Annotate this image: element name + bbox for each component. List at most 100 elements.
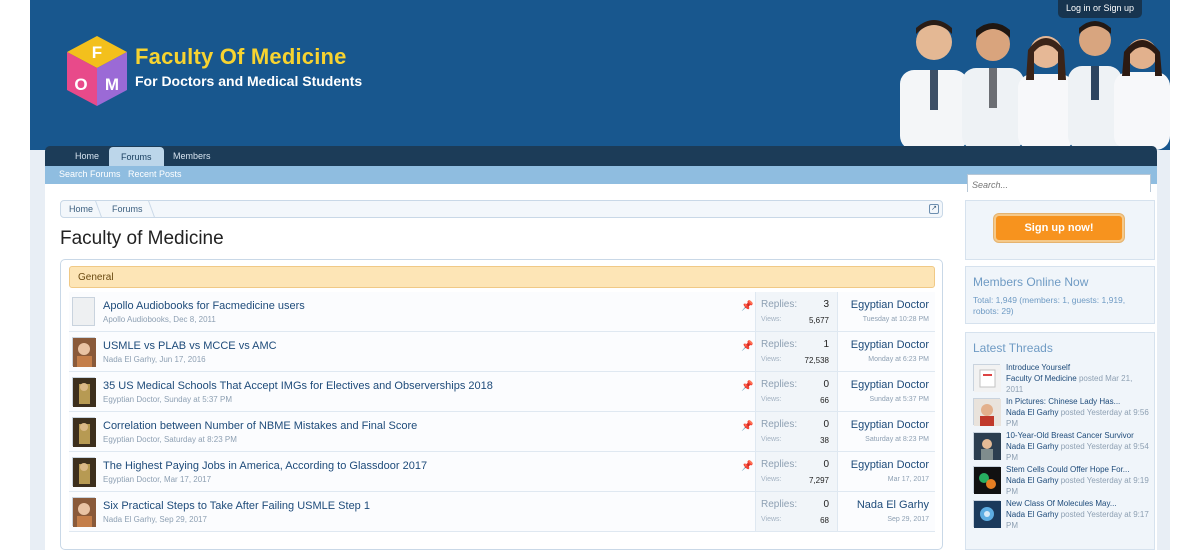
page-title: Faculty of Medicine	[60, 228, 224, 249]
thread-author[interactable]: Apollo Audiobooks,	[103, 315, 171, 324]
latest-thread-user[interactable]: Nada El Garhy	[1006, 476, 1058, 485]
replies-count: 0	[823, 499, 829, 510]
thread-thumbnail[interactable]	[973, 466, 1001, 494]
pin-icon: 📌	[741, 341, 754, 352]
pin-icon: 📌	[741, 381, 754, 392]
members-online-title[interactable]: Members Online Now	[973, 275, 1088, 289]
breadcrumb-forums[interactable]: Forums	[112, 204, 143, 214]
latest-thread-title[interactable]: Stem Cells Could Offer Hope For...	[1006, 465, 1151, 474]
breadcrumb: Home Forums ↗	[60, 200, 943, 218]
latest-thread-user[interactable]: Nada El Garhy	[1006, 408, 1058, 417]
last-post-user[interactable]: Egyptian Doctor	[851, 419, 929, 431]
thread-title[interactable]: The Highest Paying Jobs in America, Acco…	[103, 460, 427, 472]
logo-cube-icon[interactable]: F O M	[64, 34, 130, 108]
latest-thread-item: Introduce Yourself Faculty Of Medicine p…	[973, 363, 1153, 394]
thread-stats: Replies: 0 Views: 7,297	[755, 452, 838, 491]
last-post-date[interactable]: Sunday at 5:37 PM	[869, 396, 929, 403]
thread-author[interactable]: Egyptian Doctor,	[103, 395, 162, 404]
thread-title[interactable]: USMLE vs PLAB vs MCCE vs AMC	[103, 340, 277, 352]
latest-thread-user[interactable]: Nada El Garhy	[1006, 510, 1058, 519]
thread-meta: Egyptian Doctor, Mar 17, 2017	[103, 475, 211, 484]
latest-thread-user[interactable]: Nada El Garhy	[1006, 442, 1058, 451]
pin-icon: 📌	[741, 461, 754, 472]
tab-forums[interactable]: Forums	[109, 147, 164, 166]
last-post-date[interactable]: Mar 17, 2017	[888, 476, 929, 483]
avatar[interactable]	[72, 297, 95, 326]
thread-meta: Nada El Garhy, Sep 29, 2017	[103, 515, 207, 524]
pin-icon: 📌	[741, 301, 754, 312]
views-label: Views:	[761, 316, 782, 323]
thread-title[interactable]: Correlation between Number of NBME Mista…	[103, 420, 417, 432]
latest-thread-title[interactable]: In Pictures: Chinese Lady Has...	[1006, 397, 1151, 406]
logo-letter-m: M	[105, 75, 119, 94]
tab-home[interactable]: Home	[63, 146, 111, 166]
thread-date: Saturday at 8:23 PM	[163, 435, 237, 444]
latest-thread-meta: Nada El Garhy posted Yesterday at 9:17 P…	[1006, 509, 1151, 531]
last-post-user[interactable]: Egyptian Doctor	[851, 379, 929, 391]
thread-stats: Replies: 0 Views: 66	[755, 372, 838, 411]
last-post-date[interactable]: Monday at 6:23 PM	[868, 356, 929, 363]
sign-up-button[interactable]: Sign up now!	[994, 214, 1124, 242]
thread-title[interactable]: Six Practical Steps to Take After Failin…	[103, 500, 370, 512]
replies-count: 0	[823, 419, 829, 430]
main-nav: Home Forums Members	[45, 146, 1157, 166]
thread-meta: Nada El Garhy, Jun 17, 2016	[103, 355, 206, 364]
thread-author[interactable]: Nada El Garhy,	[103, 515, 157, 524]
replies-label: Replies:	[761, 379, 798, 390]
avatar[interactable]	[72, 417, 96, 447]
latest-thread-item: New Class Of Molecules May... Nada El Ga…	[973, 499, 1153, 531]
subnav-recent-posts[interactable]: Recent Posts	[128, 169, 182, 179]
thread-thumbnail[interactable]	[973, 432, 1001, 460]
latest-thread-meta: Nada El Garhy posted Yesterday at 9:56 P…	[1006, 407, 1151, 429]
latest-thread-item: In Pictures: Chinese Lady Has... Nada El…	[973, 397, 1153, 429]
replies-count: 1	[823, 339, 829, 350]
views-count: 72,538	[804, 356, 829, 365]
members-online-block: Members Online Now Total: 1,949 (members…	[965, 266, 1155, 324]
avatar[interactable]	[72, 457, 96, 487]
last-post-date[interactable]: Sep 29, 2017	[887, 516, 929, 523]
logo-title[interactable]: Faculty Of Medicine	[135, 44, 347, 70]
doctors-banner-image	[900, 20, 1170, 150]
thread-meta: Apollo Audiobooks, Dec 8, 2011	[103, 315, 216, 324]
last-post-user[interactable]: Egyptian Doctor	[851, 299, 929, 311]
logo-subtitle: For Doctors and Medical Students	[135, 73, 363, 89]
thread-thumbnail[interactable]	[973, 364, 1001, 392]
avatar[interactable]	[72, 497, 96, 527]
thread-title[interactable]: 35 US Medical Schools That Accept IMGs f…	[103, 380, 493, 392]
thread-stats: Replies: 1 Views: 72,538	[755, 332, 838, 371]
category-title[interactable]: General	[78, 272, 114, 283]
latest-thread-title[interactable]: New Class Of Molecules May...	[1006, 499, 1151, 508]
breadcrumb-separator	[139, 201, 155, 217]
latest-thread-meta: Nada El Garhy posted Yesterday at 9:54 P…	[1006, 441, 1151, 463]
latest-thread-title[interactable]: 10-Year-Old Breast Cancer Survivor	[1006, 431, 1151, 440]
last-post-user[interactable]: Egyptian Doctor	[851, 339, 929, 351]
tab-members[interactable]: Members	[161, 146, 223, 166]
last-post-date[interactable]: Tuesday at 10:28 PM	[863, 316, 929, 323]
last-post-user[interactable]: Egyptian Doctor	[851, 459, 929, 471]
subnav-search-forums[interactable]: Search Forums	[59, 169, 121, 179]
thread-thumbnail[interactable]	[973, 500, 1001, 528]
latest-thread-title[interactable]: Introduce Yourself	[1006, 363, 1151, 372]
thread-thumbnail[interactable]	[973, 398, 1001, 426]
replies-count: 0	[823, 379, 829, 390]
views-count: 5,677	[808, 316, 829, 325]
thread-author[interactable]: Egyptian Doctor,	[103, 435, 162, 444]
external-link-icon[interactable]: ↗	[929, 204, 939, 214]
views-label: Views:	[761, 356, 782, 363]
pin-icon: 📌	[741, 421, 754, 432]
thread-row: Apollo Audiobooks for Facmedicine users …	[69, 292, 935, 332]
thread-author[interactable]: Nada El Garhy,	[103, 355, 157, 364]
thread-author[interactable]: Egyptian Doctor,	[103, 475, 162, 484]
avatar[interactable]	[72, 337, 96, 367]
search-input[interactable]	[968, 177, 1150, 193]
last-post-date[interactable]: Saturday at 8:23 PM	[865, 436, 929, 443]
thread-title[interactable]: Apollo Audiobooks for Facmedicine users	[103, 300, 305, 312]
content-area: Home Forums ↗ Faculty of Medicine Genera…	[45, 174, 1157, 550]
views-label: Views:	[761, 476, 782, 483]
latest-thread-user[interactable]: Faculty Of Medicine	[1006, 374, 1077, 383]
thread-date: Sunday at 5:37 PM	[163, 395, 232, 404]
thread-stats: Replies: 0 Views: 38	[755, 412, 838, 451]
avatar[interactable]	[72, 377, 96, 407]
replies-label: Replies:	[761, 419, 798, 430]
last-post-user[interactable]: Nada El Garhy	[857, 499, 929, 511]
